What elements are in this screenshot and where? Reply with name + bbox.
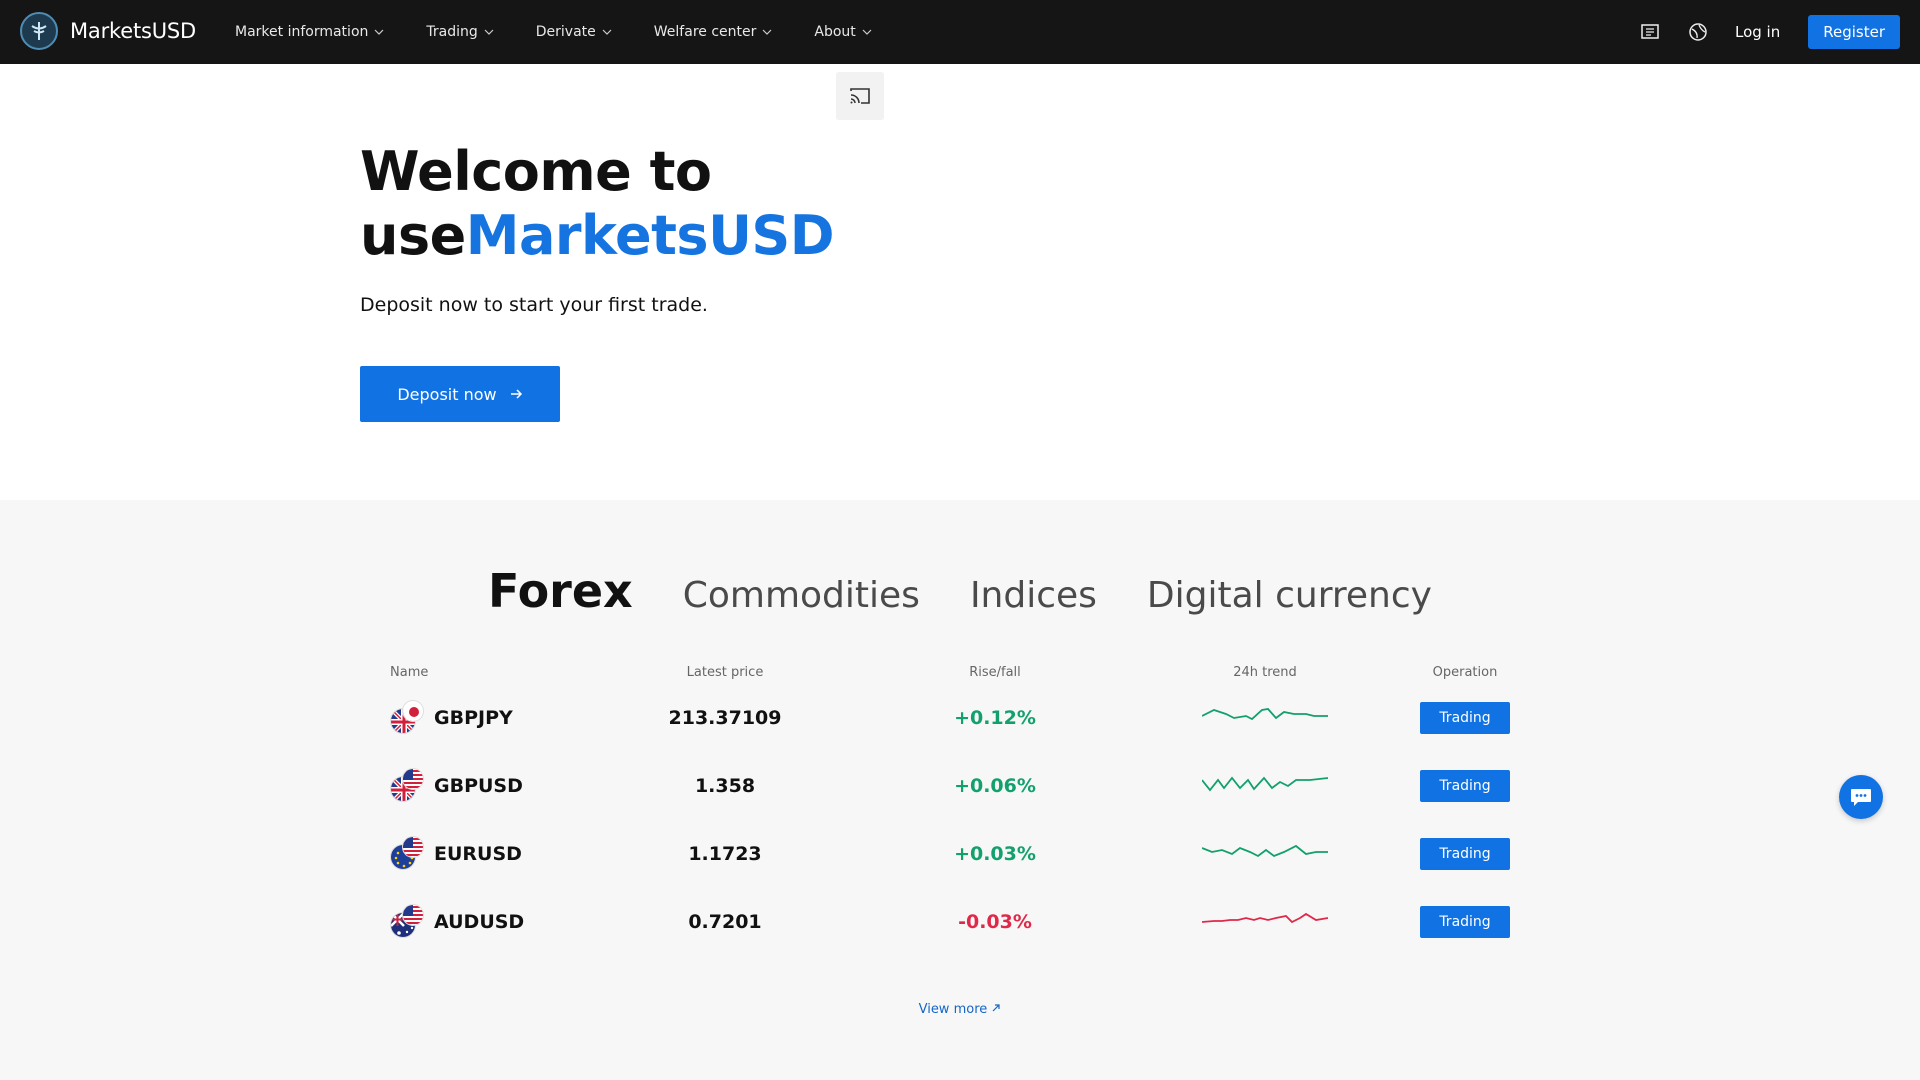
nav-welfare-center[interactable]: Welfare center (654, 24, 773, 40)
deposit-label: Deposit now (397, 384, 497, 404)
flag-icon (390, 904, 426, 940)
nav-about[interactable]: About (814, 24, 872, 40)
nav-market-information[interactable]: Market information (235, 24, 384, 40)
nav-label: Market information (235, 24, 369, 40)
trading-button[interactable]: Trading (1420, 770, 1510, 802)
arrow-right-icon (510, 389, 522, 399)
chat-icon (1851, 789, 1871, 806)
view-more-link[interactable]: View more (919, 1002, 1002, 1017)
cast-button[interactable] (836, 72, 884, 120)
trend-sparkline (1140, 840, 1390, 868)
trend-sparkline (1140, 772, 1390, 800)
pair-cell: GBPJPY (380, 700, 600, 736)
chevron-down-icon (484, 29, 494, 35)
price-cell: 1.358 (694, 775, 756, 797)
market-table: Name Latest price Rise/fall 24h trend Op… (380, 660, 1540, 956)
trading-button[interactable]: Trading (1420, 702, 1510, 734)
operation-cell: Trading (1390, 838, 1540, 870)
hero-subtitle: Deposit now to start your first trade. (360, 294, 708, 316)
change-cell: +0.12% (954, 707, 1036, 729)
hero-title-line1: Welcome to (360, 140, 712, 203)
flag-icon (390, 700, 426, 736)
view-more-label: View more (918, 1002, 988, 1017)
column-header-operation: Operation (1432, 664, 1498, 680)
hero-title: Welcome to useMarketsUSD (360, 140, 835, 268)
deposit-now-button[interactable]: Deposit now (360, 366, 560, 422)
trading-button[interactable]: Trading (1420, 838, 1510, 870)
view-more-link-wrapper: View more (0, 1002, 1920, 1017)
pair-name: GBPJPY (434, 707, 513, 729)
table-row[interactable]: AUDUSD 0.7201 -0.03% Trading (380, 888, 1540, 956)
price-cell: 1.1723 (688, 843, 762, 865)
chevron-down-icon (762, 29, 772, 35)
language-icon[interactable] (1687, 21, 1709, 43)
cast-icon (850, 88, 870, 104)
pair-cell: AUDUSD (380, 904, 600, 940)
pair-name: AUDUSD (434, 911, 525, 933)
column-header-price: Latest price (686, 664, 764, 680)
pair-cell: GBPUSD (380, 768, 600, 804)
logo-icon (20, 12, 58, 50)
tab-digital-currency[interactable]: Digital currency (1147, 575, 1432, 616)
nav-trading[interactable]: Trading (426, 24, 494, 40)
column-header-rise: Rise/fall (969, 664, 1021, 680)
register-button[interactable]: Register (1808, 15, 1900, 49)
tab-forex[interactable]: Forex (488, 564, 633, 618)
price-cell: 0.7201 (688, 911, 762, 933)
chat-button[interactable] (1839, 775, 1883, 819)
trading-button[interactable]: Trading (1420, 906, 1510, 938)
trend-sparkline (1140, 704, 1390, 732)
top-navbar: MarketsUSD Market information Trading De… (0, 0, 1920, 64)
chevron-down-icon (862, 29, 872, 35)
chevron-down-icon (602, 29, 612, 35)
flag-icon (390, 836, 426, 872)
table-row[interactable]: GBPJPY 213.37109 +0.12% Trading (380, 684, 1540, 752)
column-header-trend: 24h trend (1233, 664, 1297, 680)
brand-name: MarketsUSD (70, 19, 196, 43)
change-cell: +0.03% (954, 843, 1036, 865)
trend-sparkline (1140, 908, 1390, 936)
nav-derivate[interactable]: Derivate (536, 24, 612, 40)
header-tools: Log in Register (1639, 0, 1900, 64)
tab-commodities[interactable]: Commodities (683, 575, 920, 616)
nav-label: Trading (426, 24, 478, 40)
change-cell: -0.03% (958, 911, 1032, 933)
change-cell: +0.06% (954, 775, 1036, 797)
hero-title-prefix: use (360, 204, 466, 267)
chevron-down-icon (374, 29, 384, 35)
login-link[interactable]: Log in (1735, 23, 1780, 41)
hero-title-brand: MarketsUSD (465, 204, 835, 267)
nav-label: Welfare center (653, 24, 757, 40)
external-link-icon (992, 1004, 1000, 1012)
main-nav: Market information Trading Derivate Welf… (235, 0, 914, 64)
news-icon[interactable] (1639, 21, 1661, 43)
pair-name: EURUSD (434, 843, 522, 865)
operation-cell: Trading (1390, 906, 1540, 938)
market-tabs: Forex Commodities Indices Digital curren… (0, 564, 1920, 618)
operation-cell: Trading (1390, 702, 1540, 734)
pair-cell: EURUSD (380, 836, 600, 872)
operation-cell: Trading (1390, 770, 1540, 802)
price-cell: 213.37109 (668, 707, 782, 729)
logo[interactable]: MarketsUSD (20, 12, 196, 50)
table-header: Name Latest price Rise/fall 24h trend Op… (380, 660, 1540, 684)
market-section: Forex Commodities Indices Digital curren… (0, 500, 1920, 1080)
nav-label: About (814, 24, 856, 40)
nav-label: Derivate (535, 24, 596, 40)
pair-name: GBPUSD (434, 775, 523, 797)
column-header-name: Name (390, 664, 429, 680)
tab-indices[interactable]: Indices (970, 575, 1097, 616)
table-row[interactable]: EURUSD 1.1723 +0.03% Trading (380, 820, 1540, 888)
flag-icon (390, 768, 426, 804)
table-row[interactable]: GBPUSD 1.358 +0.06% Trading (380, 752, 1540, 820)
